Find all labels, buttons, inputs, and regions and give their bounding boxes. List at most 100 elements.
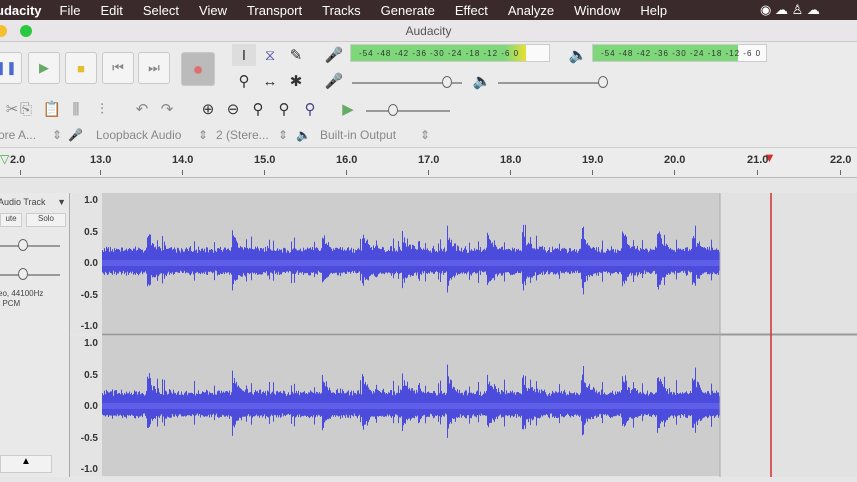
menu-window[interactable]: Window [574,3,620,18]
channels-select[interactable]: 2 (Stere... [216,128,269,142]
record-meter-mic-icon: 🎤 [324,47,344,64]
scale-label: -1.0 [80,321,98,332]
audio-host-select[interactable]: ore A... [0,128,36,142]
ruler-label: 18.0 [500,154,522,166]
play-at-speed-icon[interactable]: ▶ [336,98,360,120]
zoom-tool-icon[interactable]: ⚲ [232,70,256,92]
ruler-tick [346,170,347,175]
audio-track: Audio Track ▼ ute Solo eo, 44100Hz t PCM… [0,193,857,477]
scale-label: 0.0 [84,258,98,269]
fit-selection-icon[interactable]: ⚲ [246,98,270,120]
pan-slider[interactable] [0,268,60,280]
scale-label: 0.5 [84,369,98,381]
ruler-tick [674,170,675,175]
mute-button[interactable]: ute [0,213,22,227]
ruler-label: 15.0 [254,154,276,166]
title-bar: Audacity [0,20,857,42]
play-meter-scale: -54 -48 -42 -36 -30 -24 -18 -12 -6 0 [601,49,762,58]
trim-icon[interactable]: ⫼ [64,98,88,120]
menu-analyze[interactable]: Analyze [508,3,554,18]
multi-tool-icon[interactable]: ✱ [284,70,308,92]
output-device-select[interactable]: Built-in Output [320,128,396,142]
ruler-label: 14.0 [172,154,194,166]
scale-label: -0.5 [80,289,98,301]
ruler-label: 17.0 [418,154,440,166]
menu-app[interactable]: udacity [0,3,42,18]
ruler-label: 13.0 [90,154,112,166]
input-chevron-icon: ⇕ [198,128,209,142]
record-button[interactable]: ● [181,52,215,86]
ruler-tick [757,170,758,175]
menu-view[interactable]: View [199,3,227,18]
zoom-toggle-icon[interactable]: ⚲ [298,98,322,120]
window-title: Audacity [405,24,452,38]
scale-label: 1.0 [84,195,98,206]
scale-label: 0.5 [84,226,98,238]
play-speed-slider[interactable] [366,104,450,116]
timeline-ruler[interactable]: ▽ ▼ 2.0 13.0 14.0 15.0 16.0 17.0 18.0 19.0 20.0 2… [0,148,857,178]
input-volume-slider[interactable] [352,76,462,88]
input-volume-mic-icon: 🎤 [324,73,344,90]
menu-transport[interactable]: Transport [247,3,302,18]
dropdown-arrow-icon: ▼ [57,197,66,207]
ruler-tick [592,170,593,175]
undo-icon[interactable]: ↶ [130,98,154,120]
play-button[interactable]: ▶ [28,52,60,84]
draw-tool-icon[interactable]: ✎ [284,44,308,66]
copy-icon[interactable]: ⎘ [14,98,38,120]
menu-file[interactable]: File [60,3,81,18]
channels-chevron-icon: ⇕ [278,128,289,142]
skip-end-button[interactable]: ⏭ [138,52,170,84]
menu-select[interactable]: Select [143,3,179,18]
mic-icon: 🎤 [68,128,83,142]
track-format-bits: t PCM [0,299,21,308]
ruler-tick [428,170,429,175]
menu-edit[interactable]: Edit [100,3,122,18]
zoom-out-icon[interactable]: ⊖ [221,98,245,120]
menu-effect[interactable]: Effect [455,3,488,18]
track-format-rate: eo, 44100Hz [0,289,44,298]
menu-help[interactable]: Help [640,3,667,18]
stop-button[interactable]: ■ [65,52,97,84]
record-meter[interactable]: -54 -48 -42 -36 -30 -24 -18 -12 -6 0 [350,44,550,62]
amplitude-scale-left: 1.0 0.5 0.0 -0.5 -1.0 [70,193,102,333]
ruler-label: 21.0 [747,154,769,166]
output-chevron-icon: ⇕ [420,128,431,142]
scale-label: 0.0 [84,401,98,412]
output-volume-slider[interactable] [498,76,608,88]
ruler-tick [264,170,265,175]
record-meter-scale: -54 -48 -42 -36 -30 -24 -18 -12 -6 0 [359,49,520,58]
ruler-label: 19.0 [582,154,604,166]
speaker-icon: 🔈 [296,128,311,142]
pause-button[interactable]: ❚❚ [0,52,22,84]
play-meter-speaker-icon: 🔈 [568,47,588,64]
menu-tracks[interactable]: Tracks [322,3,361,18]
waveform-area[interactable] [102,193,857,477]
ruler-tick [20,170,21,175]
host-chevron-icon: ⇕ [52,128,63,142]
zoom-in-icon[interactable]: ⊕ [196,98,220,120]
collapse-track-button[interactable]: ▲ [0,455,52,473]
playback-meter[interactable]: -54 -48 -42 -36 -30 -24 -18 -12 -6 0 [592,44,767,62]
input-device-select[interactable]: Loopback Audio [96,128,181,142]
loop-start-marker-icon[interactable]: ▽ [0,152,9,166]
ruler-label: 2.0 [10,154,26,166]
ruler-tick [840,170,841,175]
envelope-tool-icon[interactable]: ⧖ [258,44,282,66]
paste-icon[interactable]: 📋 [40,98,64,120]
skip-start-button[interactable]: ⏮ [102,52,134,84]
track-control-panel: Audio Track ▼ ute Solo eo, 44100Hz t PCM… [0,193,70,477]
ruler-tick [182,170,183,175]
menu-generate[interactable]: Generate [381,3,435,18]
silence-icon[interactable]: ⫶ [90,98,114,120]
gain-slider[interactable] [0,239,60,251]
track-name-menu[interactable]: Audio Track ▼ [0,197,66,207]
redo-icon[interactable]: ↷ [155,98,179,120]
selection-tool-icon[interactable]: I [232,44,256,66]
timeshift-tool-icon[interactable]: ↔ [258,70,282,92]
output-volume-speaker-icon: 🔈 [472,73,492,90]
solo-button[interactable]: Solo [26,213,66,227]
menu-bar: udacity File Edit Select View Transport … [0,0,857,20]
waveform-svg [102,193,857,477]
fit-project-icon[interactable]: ⚲ [272,98,296,120]
